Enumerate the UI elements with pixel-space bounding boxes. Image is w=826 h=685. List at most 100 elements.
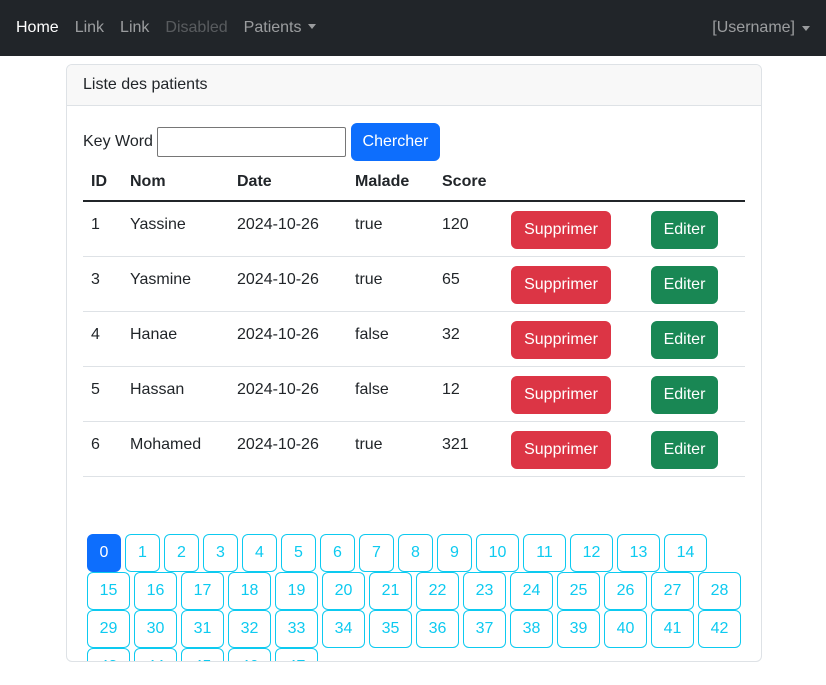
page-button[interactable]: 15	[87, 572, 130, 610]
page-button[interactable]: 25	[557, 572, 600, 610]
page-button[interactable]: 40	[604, 610, 647, 648]
delete-button[interactable]: Supprimer	[511, 265, 611, 304]
page-button[interactable]: 4	[242, 534, 277, 572]
page-button[interactable]: 39	[557, 610, 600, 648]
cell-delete: Supprimer	[503, 311, 643, 367]
page-button[interactable]: 37	[463, 610, 506, 648]
user-menu-dropdown[interactable]: [Username]	[712, 0, 810, 56]
page-button[interactable]: 9	[437, 534, 472, 572]
table-row: 6 Mohamed 2024-10-26 true 321 Supprimer Editer	[83, 421, 745, 477]
page-button[interactable]: 2	[164, 534, 199, 572]
page-button[interactable]: 10	[476, 534, 519, 572]
search-form: Key Word Chercher	[83, 123, 440, 161]
page-button[interactable]: 14	[664, 534, 707, 572]
page-button[interactable]: 30	[134, 610, 177, 648]
page-button[interactable]: 38	[510, 610, 553, 648]
cell-id: 5	[83, 366, 122, 422]
table-row: 5 Hassan 2024-10-26 false 12 Supprimer Editer	[83, 366, 745, 422]
page-button[interactable]: 1	[125, 534, 160, 572]
page-button[interactable]: 27	[651, 572, 694, 610]
page-button[interactable]: 36	[416, 610, 459, 648]
edit-button[interactable]: Editer	[651, 320, 718, 359]
page-button[interactable]: 33	[275, 610, 318, 648]
page-button[interactable]: 6	[320, 534, 355, 572]
page-button[interactable]: 7	[359, 534, 394, 572]
page-button[interactable]: 23	[463, 572, 506, 610]
page-button[interactable]: 26	[604, 572, 647, 610]
page-button[interactable]: 19	[275, 572, 318, 610]
search-button[interactable]: Chercher	[350, 123, 440, 161]
delete-button[interactable]: Supprimer	[511, 375, 611, 414]
cell-malade: true	[347, 201, 434, 257]
page-button[interactable]: 8	[398, 534, 433, 572]
cell-delete: Supprimer	[503, 421, 643, 477]
cell-malade: false	[347, 311, 434, 367]
nav-disabled: Disabled	[165, 19, 228, 36]
cell-id: 3	[83, 256, 122, 312]
page-button[interactable]: 46	[228, 648, 271, 661]
cell-date: 2024-10-26	[229, 256, 347, 312]
page-button[interactable]: 24	[510, 572, 553, 610]
cell-nom: Yassine	[122, 201, 229, 257]
page-button[interactable]: 41	[651, 610, 694, 648]
page-button[interactable]: 21	[369, 572, 412, 610]
page-button[interactable]: 29	[87, 610, 130, 648]
nav-link-1[interactable]: Link	[75, 19, 104, 37]
page-button[interactable]: 35	[369, 610, 412, 648]
column-header-delete	[503, 163, 643, 202]
cell-edit: Editer	[643, 421, 745, 477]
page-button[interactable]: 12	[570, 534, 613, 572]
cell-malade: true	[347, 256, 434, 312]
page-button[interactable]: 3	[203, 534, 238, 572]
page-button[interactable]: 42	[698, 610, 741, 648]
table-row: 3 Yasmine 2024-10-26 true 65 Supprimer Editer	[83, 256, 745, 312]
edit-button[interactable]: Editer	[651, 375, 718, 414]
search-input[interactable]	[156, 127, 346, 157]
page-button[interactable]: 28	[698, 572, 741, 610]
nav-patients-dropdown[interactable]: Patients	[244, 19, 317, 37]
cell-malade: true	[347, 421, 434, 477]
page-button[interactable]: 5	[281, 534, 316, 572]
cell-nom: Mohamed	[122, 421, 229, 477]
edit-button[interactable]: Editer	[651, 430, 718, 469]
cell-score: 12	[434, 366, 503, 422]
edit-button[interactable]: Editer	[651, 211, 718, 249]
page-button[interactable]: 31	[181, 610, 224, 648]
patients-card: Liste des patients Key Word Chercher ID …	[66, 64, 762, 662]
page-button[interactable]: 18	[228, 572, 271, 610]
page-button[interactable]: 0	[87, 534, 121, 572]
cell-id: 1	[83, 201, 122, 257]
page-button[interactable]: 16	[134, 572, 177, 610]
page-button[interactable]: 34	[322, 610, 365, 648]
cell-delete: Supprimer	[503, 256, 643, 312]
delete-button[interactable]: Supprimer	[511, 211, 611, 249]
column-header-edit	[643, 163, 745, 202]
cell-delete: Supprimer	[503, 366, 643, 422]
column-header-nom: Nom	[122, 163, 229, 202]
page-button[interactable]: 22	[416, 572, 459, 610]
cell-nom: Yasmine	[122, 256, 229, 312]
nav-link-2[interactable]: Link	[120, 19, 149, 37]
table-header-row: ID Nom Date Malade Score	[83, 163, 745, 202]
edit-button[interactable]: Editer	[651, 265, 718, 304]
page-button[interactable]: 45	[181, 648, 224, 661]
cell-malade: false	[347, 366, 434, 422]
page-button[interactable]: 47	[275, 648, 318, 661]
cell-edit: Editer	[643, 256, 745, 312]
page-button[interactable]: 32	[228, 610, 271, 648]
page-button[interactable]: 11	[523, 534, 566, 572]
cell-nom: Hanae	[122, 311, 229, 367]
table-row: 4 Hanae 2024-10-26 false 32 Supprimer Editer	[83, 311, 745, 367]
page-button[interactable]: 13	[617, 534, 660, 572]
delete-button[interactable]: Supprimer	[511, 320, 611, 359]
delete-button[interactable]: Supprimer	[511, 430, 611, 469]
navbar: Home Link Link Disabled Patients [Userna…	[0, 0, 826, 56]
page-button[interactable]: 20	[322, 572, 365, 610]
nav-patients-label: Patients	[243, 19, 302, 36]
page-button[interactable]: 17	[181, 572, 224, 610]
page-button[interactable]: 43	[87, 648, 130, 661]
nav-home[interactable]: Home	[16, 19, 59, 37]
card-title: Liste des patients	[83, 76, 208, 93]
cell-edit: Editer	[643, 201, 745, 257]
page-button[interactable]: 44	[134, 648, 177, 661]
